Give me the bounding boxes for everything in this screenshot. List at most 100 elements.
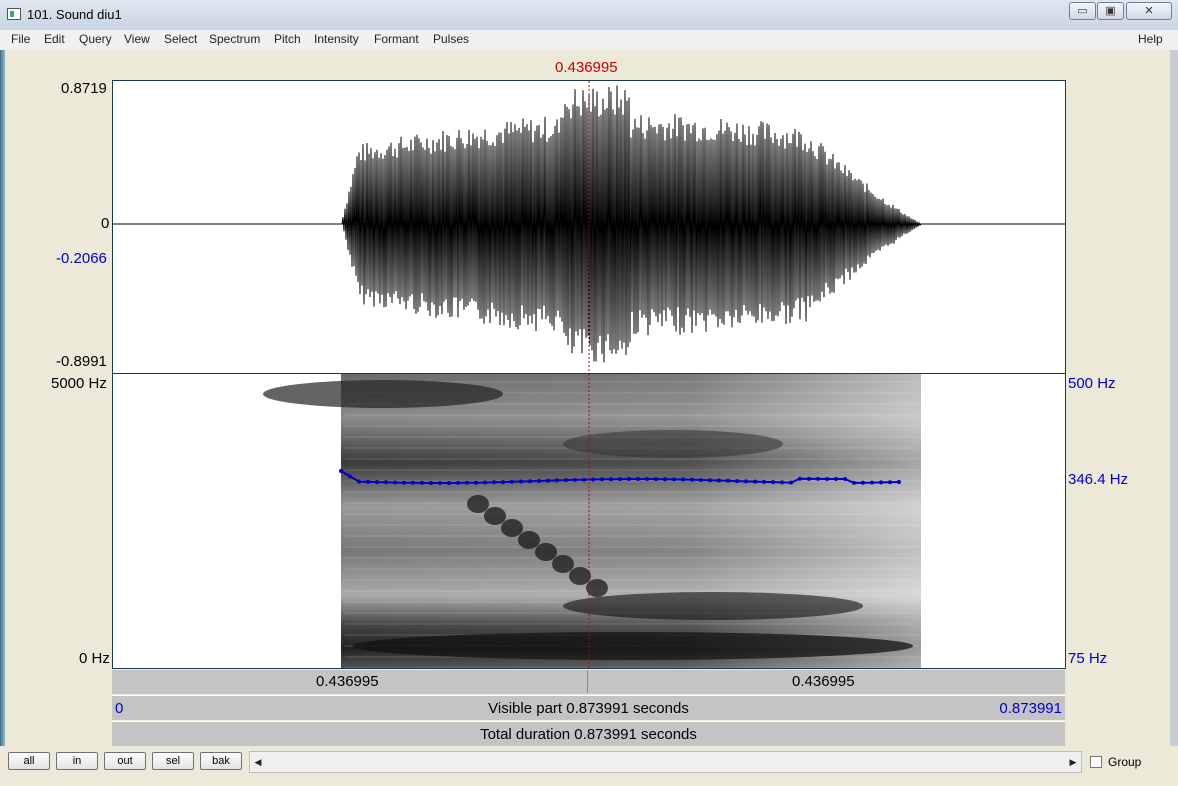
- time-bar-right-segment[interactable]: 0.436995: [588, 670, 1064, 693]
- selection-time-bar[interactable]: 0.436995 0.436995: [112, 670, 1065, 694]
- pitch-point: [879, 480, 883, 485]
- minimize-button[interactable]: ▭: [1069, 2, 1096, 20]
- total-duration-label: Total duration 0.873991 seconds: [480, 726, 697, 743]
- pitch-point: [861, 480, 865, 485]
- pitch-point: [573, 477, 577, 482]
- window-right-border: [1170, 50, 1178, 786]
- pitch-point: [690, 477, 694, 482]
- pitch-point: [825, 477, 829, 481]
- waveform-panel[interactable]: [112, 80, 1066, 374]
- menu-spectrum[interactable]: Spectrum: [209, 32, 260, 46]
- background-window-edge: [0, 50, 5, 786]
- menu-pitch[interactable]: Pitch: [274, 32, 301, 46]
- menu-select[interactable]: Select: [164, 32, 197, 46]
- menu-query[interactable]: Query: [79, 32, 112, 46]
- group-checkbox-label: Group: [1108, 755, 1142, 769]
- pitch-point: [726, 478, 730, 483]
- pitch-point: [798, 476, 802, 481]
- right-segment-duration: 0.436995: [792, 673, 855, 690]
- pitch-point: [735, 479, 739, 484]
- pitch-point: [564, 478, 568, 483]
- pitch-point: [897, 480, 901, 484]
- pitch-point: [789, 480, 793, 485]
- scroll-left-arrow-icon[interactable]: ◀: [250, 752, 266, 772]
- menu-edit[interactable]: Edit: [44, 32, 65, 46]
- title-bar[interactable]: 101. Sound diu1 ▭ ▣ ✕: [0, 0, 1178, 31]
- visible-part-bar[interactable]: 0 Visible part 0.873991 seconds 0.873991: [112, 695, 1065, 720]
- waveform-plot: [113, 81, 1065, 373]
- pitch-point: [807, 476, 811, 481]
- zoom-selection-button[interactable]: sel: [152, 752, 194, 770]
- maximize-button[interactable]: ▣: [1097, 2, 1124, 20]
- sound-editor-window: 101. Sound diu1 ▭ ▣ ✕ File Edit Query Vi…: [0, 0, 1178, 786]
- waveform-max-label: 0.8719: [61, 80, 107, 97]
- pitch-point: [888, 480, 892, 485]
- waveform-zero-label: 0: [101, 215, 110, 232]
- menu-file[interactable]: File: [11, 32, 30, 46]
- pitch-point: [546, 478, 550, 483]
- pitch-point: [672, 477, 676, 482]
- pitch-point: [699, 478, 703, 482]
- pitch-point: [501, 480, 505, 485]
- spectrogram-panel[interactable]: [112, 374, 1066, 669]
- menu-formant[interactable]: Formant: [374, 32, 419, 46]
- menu-intensity[interactable]: Intensity: [314, 32, 359, 46]
- spectrogram-formant-high: [263, 380, 503, 408]
- spectrogram-freq-max-label: 5000 Hz: [51, 375, 107, 392]
- menu-pulses[interactable]: Pulses: [433, 32, 469, 46]
- pitch-point: [348, 474, 352, 479]
- pitch-point: [852, 480, 856, 485]
- left-segment-duration: 0.436995: [316, 673, 379, 690]
- time-bar-left-segment[interactable]: 0.436995: [112, 670, 588, 693]
- group-checkbox[interactable]: [1090, 756, 1102, 768]
- time-scrollbar[interactable]: ◀ ▶: [249, 751, 1082, 773]
- pitch-point: [375, 480, 379, 485]
- pitch-point: [411, 480, 415, 485]
- spectrogram-formant-base: [353, 632, 913, 660]
- waveform-min-label: -0.8991: [56, 353, 107, 370]
- pitch-point: [843, 477, 847, 481]
- spectrogram-glide-blob: [518, 531, 540, 549]
- zoom-in-button[interactable]: in: [56, 752, 98, 770]
- visible-part-label: Visible part 0.873991 seconds: [488, 700, 689, 717]
- pitch-point: [465, 480, 469, 485]
- pitch-point: [339, 469, 343, 473]
- spectrogram-glide-blob: [467, 495, 489, 513]
- spectrogram-plot: [263, 374, 921, 668]
- pitch-point: [582, 477, 586, 482]
- zoom-all-button[interactable]: all: [8, 752, 50, 770]
- pitch-point: [717, 478, 721, 483]
- menu-help[interactable]: Help: [1138, 32, 1163, 46]
- spectrogram-formant-mid: [563, 430, 783, 458]
- waveform-cursor-value-label: -0.2066: [56, 250, 107, 267]
- zoom-out-button[interactable]: out: [104, 752, 146, 770]
- pitch-point: [636, 477, 640, 481]
- pitch-point: [600, 477, 604, 482]
- scroll-right-arrow-icon[interactable]: ▶: [1065, 752, 1081, 772]
- pitch-point: [744, 479, 748, 484]
- spectrogram-formant-low: [563, 592, 863, 620]
- close-button[interactable]: ✕: [1126, 2, 1172, 20]
- pitch-point: [663, 477, 667, 482]
- spectrogram-glide-blob: [535, 543, 557, 561]
- spectrogram-freq-min-label: 0 Hz: [79, 650, 110, 667]
- pitch-point: [681, 477, 685, 482]
- pitch-point: [366, 479, 370, 484]
- pitch-point: [591, 477, 595, 482]
- spectrogram-glide-blob: [552, 555, 574, 573]
- pitch-point: [654, 477, 658, 482]
- pitch-point: [780, 480, 784, 485]
- pitch-point: [456, 480, 460, 485]
- window-title: 101. Sound diu1: [27, 7, 122, 22]
- pitch-point: [393, 480, 397, 485]
- pitch-value-label: 346.4 Hz: [1068, 471, 1129, 488]
- spectrogram-glide-blob: [484, 507, 506, 525]
- spectrogram-glide-blob: [501, 519, 523, 537]
- pitch-point: [645, 477, 649, 481]
- pitch-point: [834, 477, 838, 481]
- pitch-point: [447, 481, 451, 485]
- menu-view[interactable]: View: [124, 32, 150, 46]
- zoom-back-button[interactable]: bak: [200, 752, 242, 770]
- total-duration-bar[interactable]: Total duration 0.873991 seconds: [112, 721, 1065, 746]
- pitch-point: [357, 479, 361, 484]
